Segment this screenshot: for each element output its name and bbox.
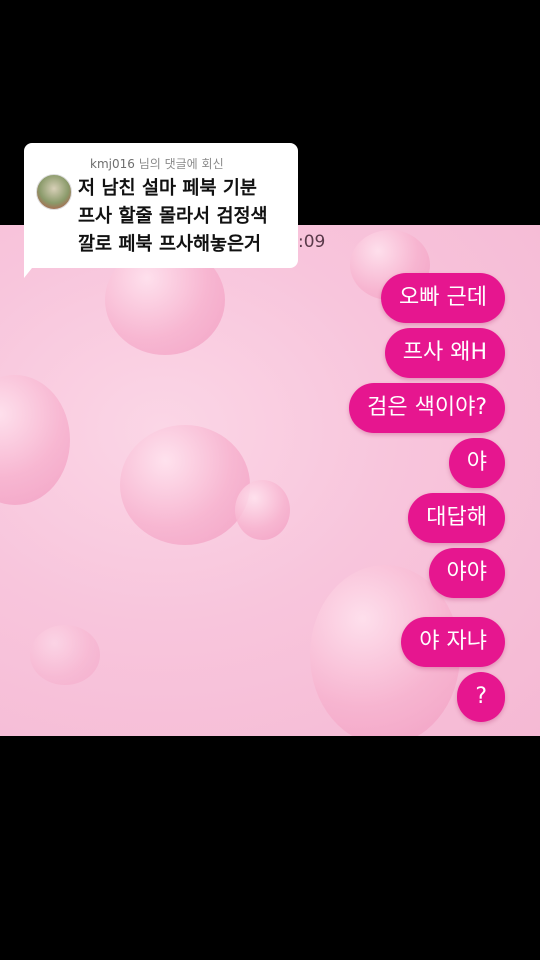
message-bubble[interactable]: 야야 [428, 548, 505, 598]
heart-decoration [235, 480, 290, 540]
message-bubble[interactable]: ? [457, 672, 505, 722]
comment-reply-card[interactable]: kmj016 님의 댓글에 회신 저 남친 설마 페북 기분 프사 할줄 몰라서… [24, 143, 298, 268]
reply-comment-text: 저 남친 설마 페북 기분 프사 할줄 몰라서 검정색 깔로 페북 프사해놓은거 [78, 175, 293, 259]
message-bubble[interactable]: 검은 색이야? [349, 383, 505, 433]
message-time: :09 [298, 232, 326, 252]
reply-suffix: 님의 댓글에 회신 [134, 157, 224, 171]
reply-card-tail [24, 258, 40, 278]
reply-header: kmj016 님의 댓글에 회신 [90, 155, 288, 172]
message-bubble[interactable]: 대답해 [408, 493, 505, 543]
message-bubble[interactable]: 프사 왜H [384, 328, 505, 378]
reply-line: 프사 할줄 몰라서 검정색 [78, 206, 268, 227]
reply-line: 깔로 페북 프사해놓은거 [78, 234, 262, 255]
heart-decoration [30, 625, 100, 685]
message-bubble[interactable]: 야 [448, 438, 505, 488]
message-bubble[interactable]: 오빠 근데 [381, 273, 505, 323]
heart-decoration [120, 425, 250, 545]
reply-line: 저 남친 설마 페북 기분 [78, 178, 257, 199]
message-bubble[interactable]: 야 자냐 [401, 617, 505, 667]
reply-username[interactable]: kmj016 [90, 157, 135, 171]
heart-decoration [0, 375, 70, 505]
avatar[interactable] [36, 174, 72, 210]
